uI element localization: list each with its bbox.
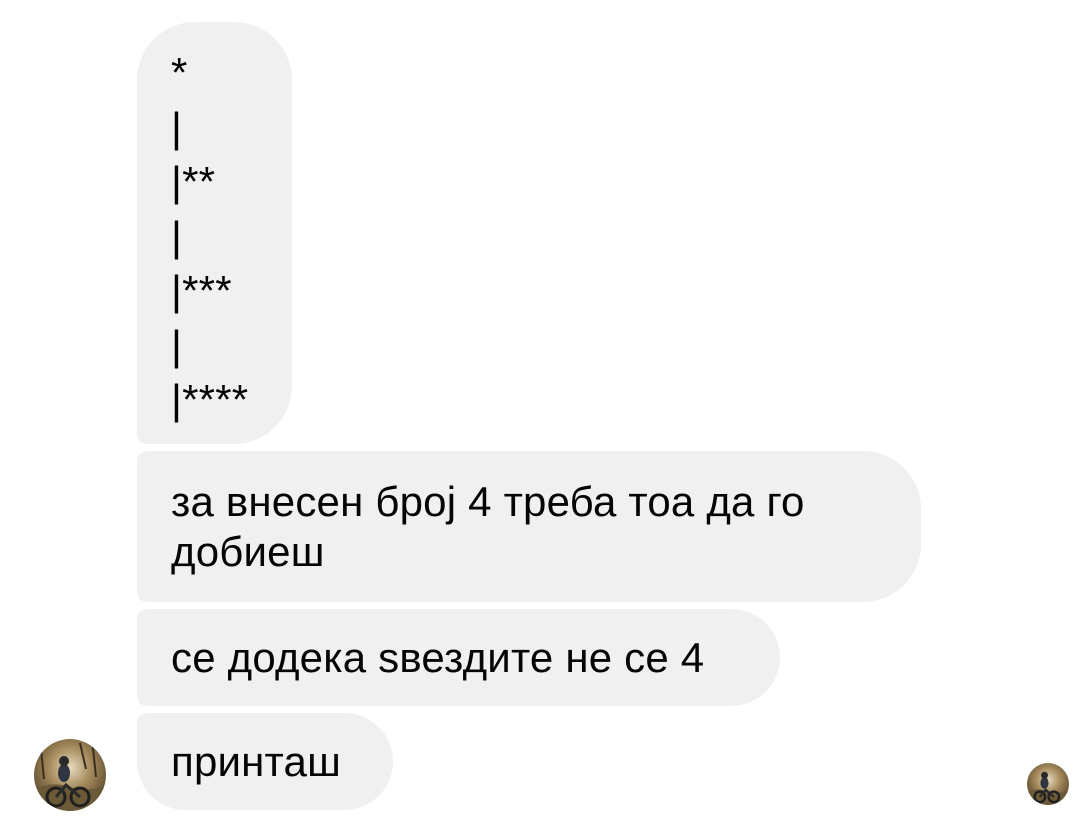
pattern-line: | bbox=[171, 103, 183, 151]
message-text: принташ bbox=[171, 738, 341, 785]
pattern-line: |*** bbox=[171, 267, 232, 314]
profile-photo-icon bbox=[34, 739, 106, 811]
pattern-line: |**** bbox=[171, 376, 249, 423]
message-bubble-pattern[interactable]: * | |** | |*** | |**** bbox=[137, 22, 292, 444]
message-text: се додека ѕвездите не се 4 bbox=[171, 634, 705, 681]
sender-avatar[interactable] bbox=[34, 739, 106, 811]
pattern-line: | bbox=[171, 212, 183, 260]
message-bubble-explain[interactable]: за внесен број 4 треба тоа да го добиеш bbox=[137, 451, 921, 602]
seen-indicator-avatar bbox=[1027, 763, 1069, 805]
message-bubble-condition[interactable]: се додека ѕвездите не се 4 bbox=[137, 609, 780, 706]
seen-avatar-icon bbox=[1027, 763, 1069, 805]
pattern-line: | bbox=[171, 321, 183, 369]
pattern-line: |** bbox=[171, 158, 216, 205]
message-text: за внесен број 4 треба тоа да го добиеш bbox=[171, 478, 805, 575]
pattern-line: * bbox=[171, 49, 188, 96]
message-bubble-print[interactable]: принташ bbox=[137, 713, 393, 810]
